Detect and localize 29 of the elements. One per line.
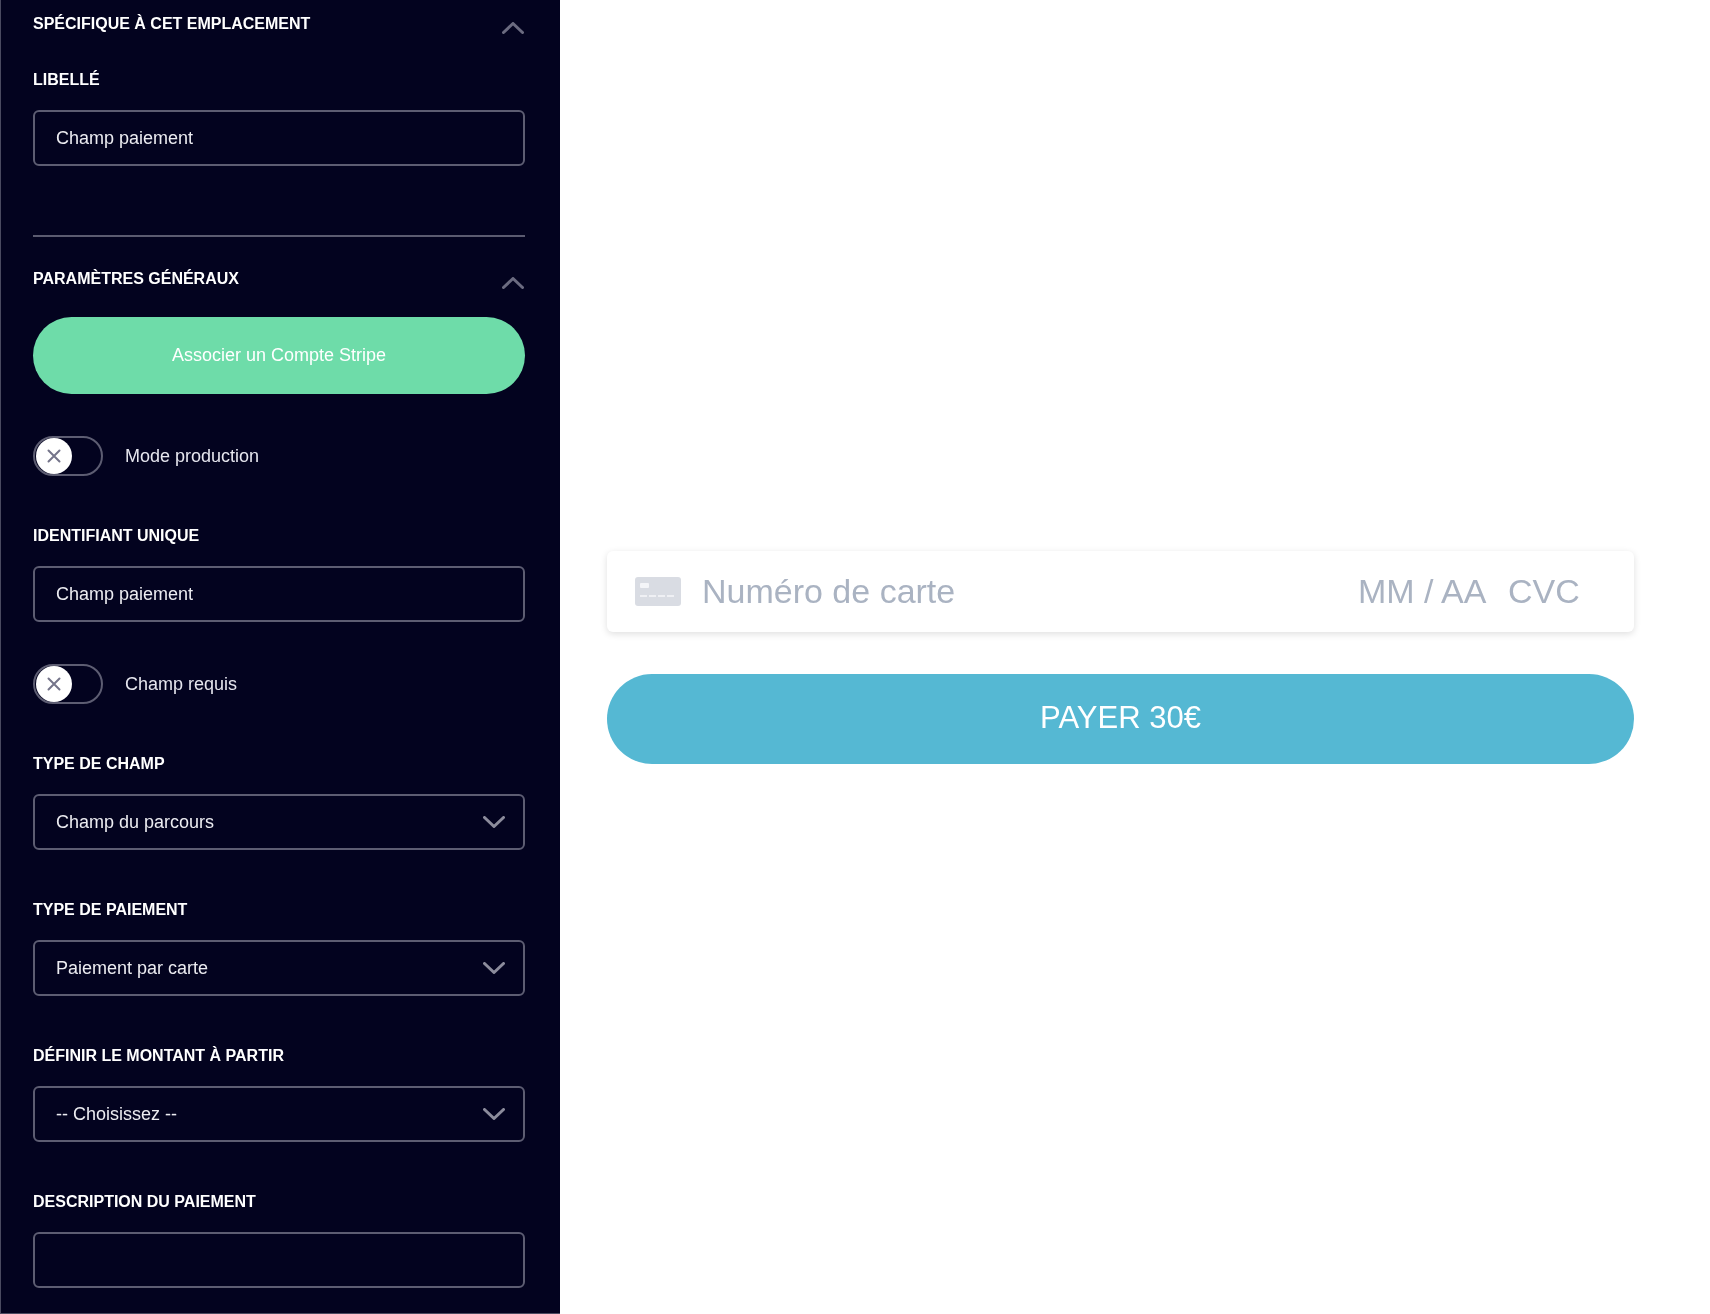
text-input[interactable]: Champ paiement [33,110,525,166]
text-input[interactable]: Champ paiement [33,566,525,622]
section-title: SPÉCIFIQUE À CET EMPLACEMENT [33,13,311,34]
field-label: IDENTIFIANT UNIQUE [33,526,201,546]
field-label: LIBELLÉ [33,70,101,90]
expiry-date-field[interactable]: MM / AA [1358,565,1508,617]
field-label: DESCRIPTION DU PAIEMENT [33,1192,257,1212]
chevron-down-icon [483,1108,505,1120]
x-icon [36,438,72,474]
dropdown[interactable]: Paiement par carte [33,940,525,996]
card-number-field[interactable]: Numéro de carte [702,565,1358,617]
chevron-up-icon[interactable] [502,277,524,289]
credit-card-icon [635,576,681,606]
text-input[interactable] [33,1232,525,1288]
toggle-switch[interactable] [33,664,103,704]
chevron-down-icon [483,962,505,974]
field-label: TYPE DE PAIEMENT [33,900,189,920]
toggle-switch[interactable] [33,436,103,476]
dropdown[interactable]: Champ du parcours [33,794,525,850]
field-label: DÉFINIR LE MONTANT À PARTIR [33,1046,285,1066]
field-label: TYPE DE CHAMP [33,754,166,774]
chevron-up-icon[interactable] [502,22,524,34]
dropdown[interactable]: -- Choisissez -- [33,1086,525,1142]
x-icon [36,666,72,702]
cvc-field[interactable]: CVC [1508,565,1584,617]
toggle-label: Champ requis [125,672,238,696]
chevron-down-icon [483,816,505,828]
toggle-label: Mode production [125,444,260,468]
section-title: PARAMÈTRES GÉNÉRAUX [33,268,239,289]
